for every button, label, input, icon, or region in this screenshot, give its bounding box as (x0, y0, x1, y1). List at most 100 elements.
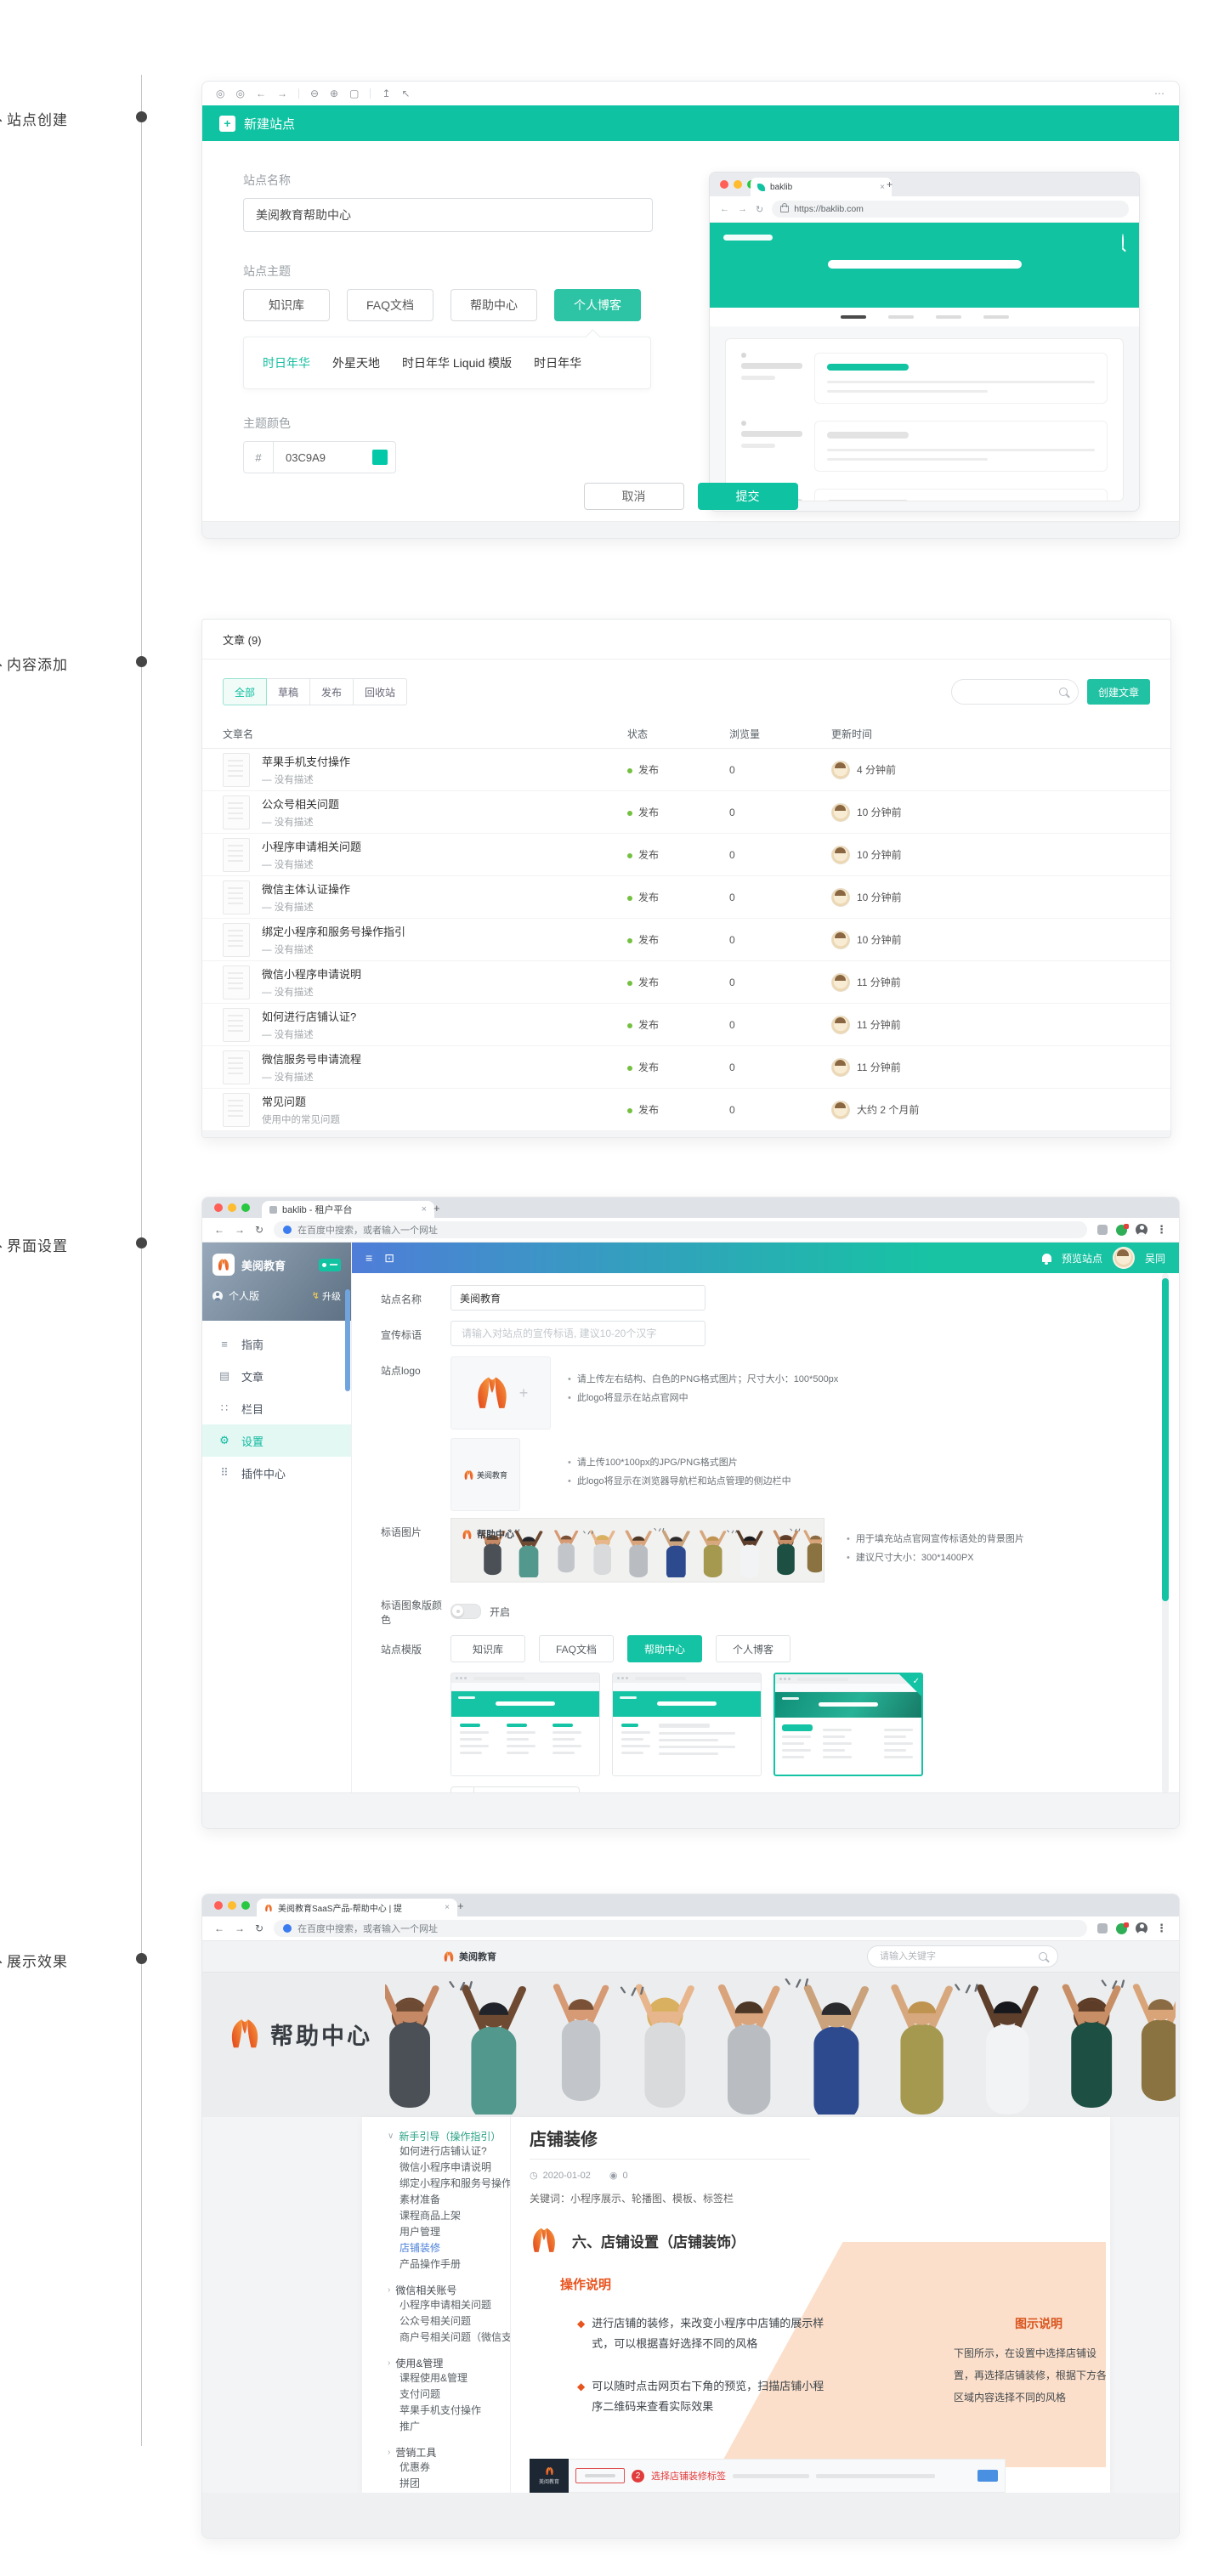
switch-site-badge[interactable] (319, 1258, 341, 1271)
preview-site-link[interactable]: 预览站点 (1062, 1251, 1102, 1265)
sidebar-item-设置[interactable]: ⚙ 设置 (202, 1424, 351, 1457)
sidebar-item-文章[interactable]: ▤ 文章 (202, 1360, 351, 1392)
site-search[interactable] (867, 1945, 1058, 1967)
table-row[interactable]: 微信服务号申请流程 — 没有描述 发布 0 11 分钟前 (202, 1046, 1170, 1089)
tree-item[interactable]: 推广 (400, 2419, 510, 2435)
site-name-input[interactable]: 美阅教育 (450, 1285, 706, 1311)
sidebar-item-栏目[interactable]: ∷ 栏目 (202, 1392, 351, 1424)
tree-item[interactable]: 用户管理 (400, 2224, 510, 2240)
template-option-3[interactable]: 时日年华 (534, 354, 581, 371)
tree-section-3[interactable]: › 营销工具 (388, 2445, 510, 2460)
reload-icon[interactable]: ↻ (255, 1224, 264, 1236)
table-row[interactable]: 如何进行店铺认证? — 没有描述 发布 0 11 分钟前 (202, 1004, 1170, 1046)
site-search-input[interactable] (878, 1950, 1039, 1962)
url-input[interactable]: 在百度中搜索，或者输入一个网址 (274, 1221, 1087, 1238)
theme-option-个人博客[interactable]: 个人博客 (554, 289, 641, 321)
banner-image[interactable]: 帮助中心 (450, 1518, 824, 1582)
tree-item[interactable]: 优惠券 (400, 2460, 510, 2476)
filter-tab-全部[interactable]: 全部 (223, 678, 268, 705)
tree-item[interactable]: 产品操作手册 (400, 2256, 510, 2273)
sidebar-scrollbar-thumb[interactable] (345, 1289, 350, 1391)
toolbar-icon-7[interactable]: ↥ (382, 88, 390, 99)
browser-profile-icon[interactable] (1136, 1922, 1148, 1934)
tree-item[interactable]: 微信小程序申请说明 (400, 2160, 510, 2176)
sidebar-item-插件中心[interactable]: ⠿ 插件中心 (202, 1457, 351, 1489)
favicon-upload-box[interactable]: 美阅教育 (450, 1438, 520, 1511)
site-logo[interactable]: 美阅教育 (443, 1950, 496, 1963)
toolbar-icon-0[interactable]: ◎ (216, 88, 224, 99)
template-option-0[interactable]: 时日年华 (263, 354, 310, 371)
cancel-button[interactable]: 取消 (583, 483, 684, 510)
tree-item[interactable]: 如何进行店铺认证? (400, 2143, 510, 2160)
browser-menu-icon[interactable]: ⋮ (1156, 1922, 1167, 1935)
tree-item[interactable]: 小程序申请相关问题 (400, 2297, 510, 2313)
table-row[interactable]: 微信主体认证操作 — 没有描述 发布 0 10 分钟前 (202, 876, 1170, 919)
template-thumbnail-3[interactable]: ✓ (774, 1673, 923, 1776)
content-scrollbar-thumb[interactable] (1162, 1278, 1169, 1601)
tree-section-2[interactable]: › 使用&管理 (388, 2356, 510, 2370)
bell-icon[interactable] (1041, 1254, 1051, 1265)
table-row[interactable]: 小程序申请相关问题 — 没有描述 发布 0 10 分钟前 (202, 834, 1170, 876)
browser-tab[interactable]: baklib - 租户平台 × (262, 1201, 434, 1218)
forward-icon[interactable]: → (235, 1922, 245, 1934)
new-tab-icon[interactable]: + (434, 1202, 440, 1214)
table-row[interactable]: 绑定小程序和服务号操作指引 — 没有描述 发布 0 10 分钟前 (202, 919, 1170, 961)
avatar[interactable] (1112, 1247, 1135, 1269)
tree-item[interactable]: 店铺装修 (400, 2240, 510, 2256)
browser-tab[interactable]: 美阅教育SaaS产品-帮助中心 | 提 × (257, 1899, 457, 1916)
table-row[interactable]: 微信小程序申请说明 — 没有描述 发布 0 11 分钟前 (202, 961, 1170, 1004)
slogan-input-field[interactable] (460, 1327, 696, 1340)
back-icon[interactable]: ← (214, 1224, 224, 1236)
template-thumbnail-2[interactable] (612, 1673, 762, 1776)
extension-green-icon[interactable] (1116, 1922, 1129, 1934)
extension-icon[interactable] (1097, 1923, 1108, 1933)
banner-invert-toggle[interactable] (450, 1604, 481, 1619)
tree-item[interactable]: 商户号相关问题（微信支付） (400, 2330, 510, 2346)
logo-upload-box[interactable]: + (450, 1356, 551, 1430)
theme-option-FAQ文档[interactable]: FAQ文档 (347, 289, 434, 321)
submit-button[interactable]: 提交 (697, 483, 798, 510)
table-row[interactable]: 公众号相关问题 — 没有描述 发布 0 10 分钟前 (202, 791, 1170, 834)
url-input[interactable]: 在百度中搜索，或者输入一个网址 (274, 1920, 1087, 1937)
search-input[interactable] (950, 679, 1079, 705)
tree-item[interactable]: 课程使用&管理 (400, 2370, 510, 2386)
theme-option-帮助中心[interactable]: 帮助中心 (450, 289, 537, 321)
site-name-input[interactable]: 美阅教育帮助中心 (243, 198, 653, 232)
browser-menu-icon[interactable]: ⋮ (1156, 1223, 1167, 1237)
tree-item[interactable]: 公众号相关问题 (400, 2313, 510, 2330)
sidebar-item-指南[interactable]: ≡ 指南 (202, 1328, 351, 1360)
color-swatch[interactable] (372, 450, 388, 465)
collapse-menu-icon[interactable]: ≡ (366, 1251, 372, 1265)
theme-color-input[interactable]: # 03C9A9 (243, 441, 396, 473)
tree-item[interactable]: 苹果手机支付操作 (400, 2403, 510, 2419)
slogan-input[interactable] (450, 1321, 706, 1346)
close-tab-icon[interactable]: × (445, 1903, 450, 1912)
filter-tab-草稿[interactable]: 草稿 (266, 678, 311, 705)
tree-item[interactable]: 绑定小程序和服务号操作指引 (400, 2176, 510, 2192)
tree-section-0[interactable]: ∨ 新手引导（操作指引） (388, 2129, 510, 2143)
more-icon[interactable]: ⋯ (1154, 88, 1165, 99)
reload-icon[interactable]: ↻ (255, 1922, 264, 1934)
toolbar-icon-8[interactable]: ↖ (402, 88, 411, 99)
toolbar-icon-3[interactable]: → (277, 88, 287, 99)
template-tab-帮助中心[interactable]: 帮助中心 (627, 1635, 702, 1662)
back-icon[interactable]: ← (214, 1922, 224, 1934)
new-tab-icon[interactable]: + (457, 1899, 464, 1912)
extension-icon[interactable] (1097, 1225, 1108, 1235)
tree-item[interactable]: 拼团 (400, 2476, 510, 2492)
toolbar-icon-4[interactable]: ⊖ (310, 88, 319, 99)
template-tab-知识库[interactable]: 知识库 (450, 1635, 525, 1662)
template-tab-个人博客[interactable]: 个人博客 (716, 1635, 790, 1662)
browser-profile-icon[interactable] (1136, 1224, 1148, 1236)
toolbar-icon-5[interactable]: ⊕ (330, 88, 338, 99)
theme-option-知识库[interactable]: 知识库 (243, 289, 330, 321)
filter-tab-发布[interactable]: 发布 (309, 678, 354, 705)
create-article-button[interactable]: 创建文章 (1086, 679, 1150, 705)
tree-item[interactable]: 支付问题 (400, 2386, 510, 2403)
template-option-1[interactable]: 外星天地 (332, 354, 380, 371)
filter-tab-回收站[interactable]: 回收站 (353, 678, 408, 705)
table-row[interactable]: 常见问题 使用中的常见问题 发布 0 大约 2 个月前 (202, 1089, 1170, 1131)
refresh-icon[interactable]: ⊡ (384, 1251, 394, 1265)
tree-item[interactable]: 素材准备 (400, 2192, 510, 2208)
tree-section-1[interactable]: › 微信相关账号 (388, 2283, 510, 2297)
